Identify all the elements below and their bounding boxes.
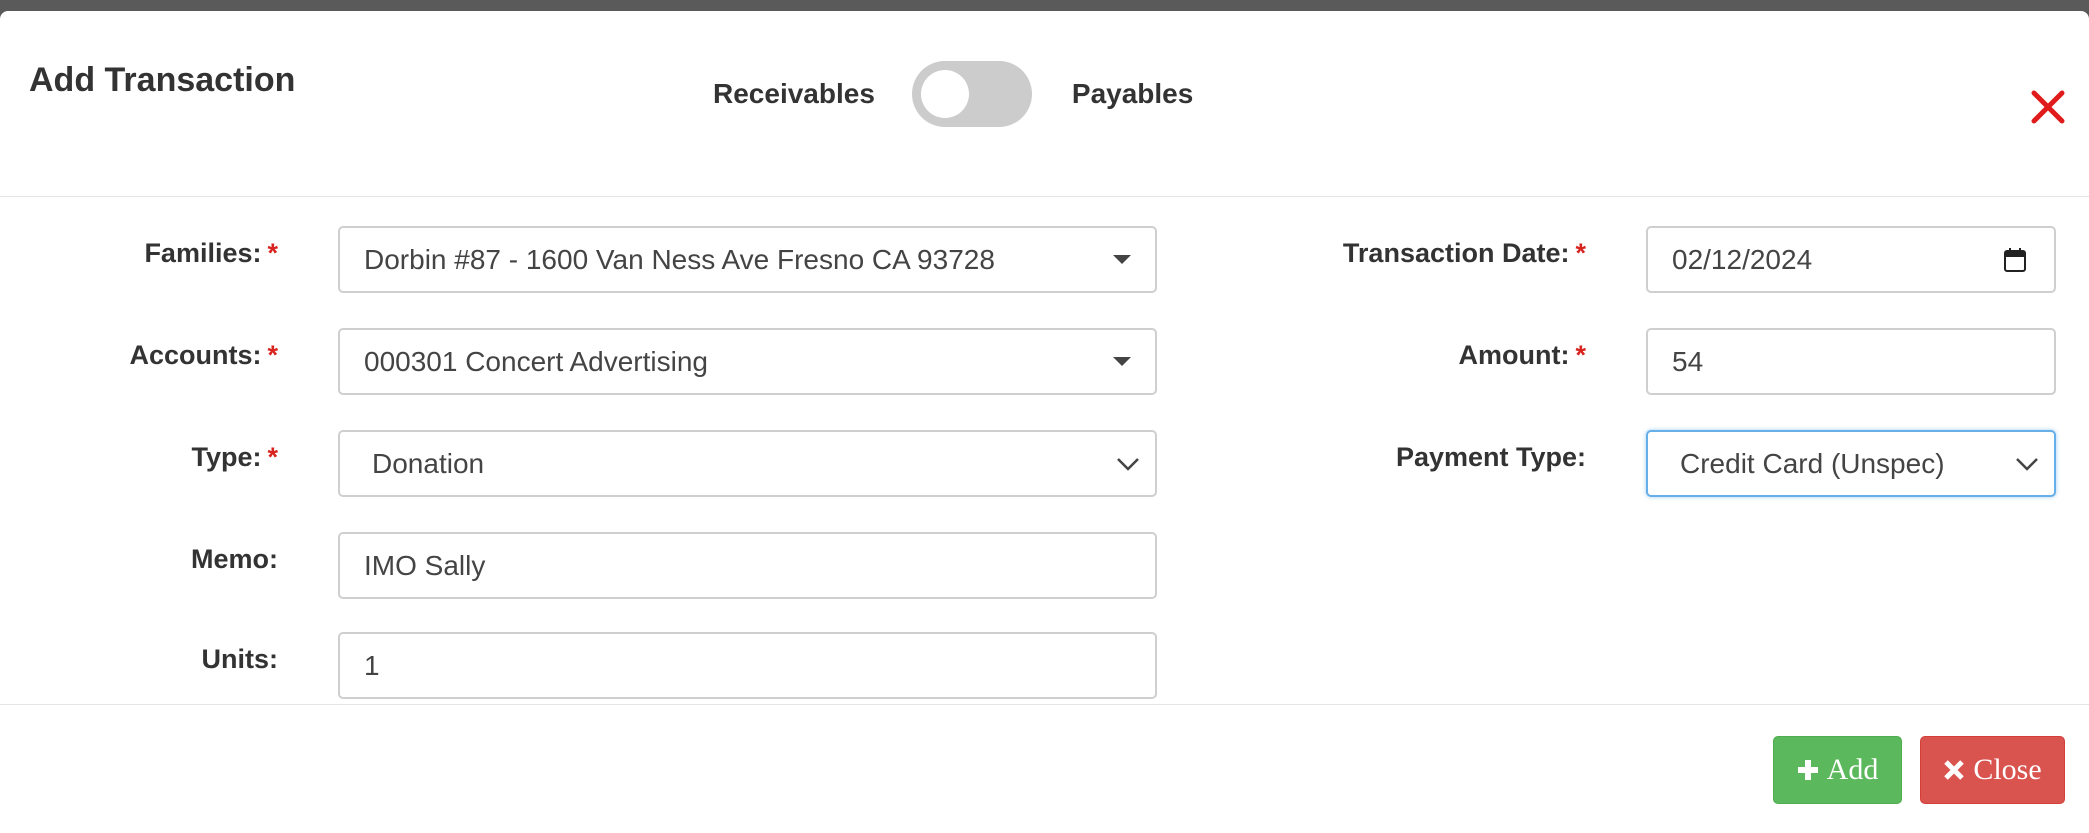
units-label: Units:: [201, 644, 279, 674]
accounts-label: Accounts: *: [129, 340, 278, 370]
calendar-icon[interactable]: [2004, 247, 2026, 272]
memo-label: Memo:: [191, 544, 278, 574]
transaction-date-label: Transaction Date: *: [1342, 238, 1586, 268]
payables-label: Payables: [1071, 78, 1194, 109]
close-x-icon[interactable]: [2028, 87, 2068, 127]
accounts-value: 000301 Concert Advertising: [364, 345, 708, 377]
memo-input[interactable]: IMO Sally: [338, 532, 1157, 599]
close-button[interactable]: Close: [1920, 736, 2065, 804]
families-select[interactable]: Dorbin #87 - 1600 Van Ness Ave Fresno CA…: [338, 226, 1157, 293]
modal-title: Add Transaction: [29, 61, 296, 99]
add-transaction-modal: Add Transaction Receivables Payables Fam…: [0, 11, 2089, 833]
payment-type-label: Payment Type:: [1395, 442, 1586, 472]
caret-down-icon: [1113, 255, 1131, 264]
times-icon: [1944, 760, 1965, 780]
caret-down-icon: [1113, 357, 1131, 366]
chevron-down-icon: [1117, 457, 1139, 471]
amount-input[interactable]: 54: [1646, 328, 2056, 395]
payment-type-select[interactable]: Credit Card (Unspec): [1646, 430, 2056, 497]
families-value: Dorbin #87 - 1600 Van Ness Ave Fresno CA…: [364, 243, 995, 275]
toggle-knob: [920, 70, 969, 118]
plus-icon: [1797, 760, 1818, 780]
families-label: Families: *: [144, 238, 278, 268]
payment-type-value: Credit Card (Unspec): [1680, 447, 1945, 479]
amount-label: Amount: *: [1458, 340, 1586, 370]
accounts-select[interactable]: 000301 Concert Advertising: [338, 328, 1157, 395]
modal-header: Add Transaction Receivables Payables: [0, 11, 2089, 197]
chevron-down-icon: [2016, 457, 2038, 471]
add-button[interactable]: Add: [1773, 736, 1902, 804]
type-select[interactable]: Donation: [338, 430, 1157, 497]
type-value: Donation: [372, 447, 485, 479]
receivables-payables-toggle[interactable]: [911, 61, 1032, 127]
receivables-label: Receivables: [713, 78, 875, 109]
type-label: Type: *: [191, 442, 278, 472]
modal-footer: Add Close: [0, 704, 2089, 833]
transaction-date-input[interactable]: 02/12/2024: [1646, 226, 2056, 293]
modal-body: Families: * Dorbin #87 - 1600 Van Ness Av…: [0, 197, 2089, 717]
receivables-payables-toggle-group: Receivables Payables: [713, 59, 1193, 129]
units-input[interactable]: 1: [338, 632, 1157, 699]
